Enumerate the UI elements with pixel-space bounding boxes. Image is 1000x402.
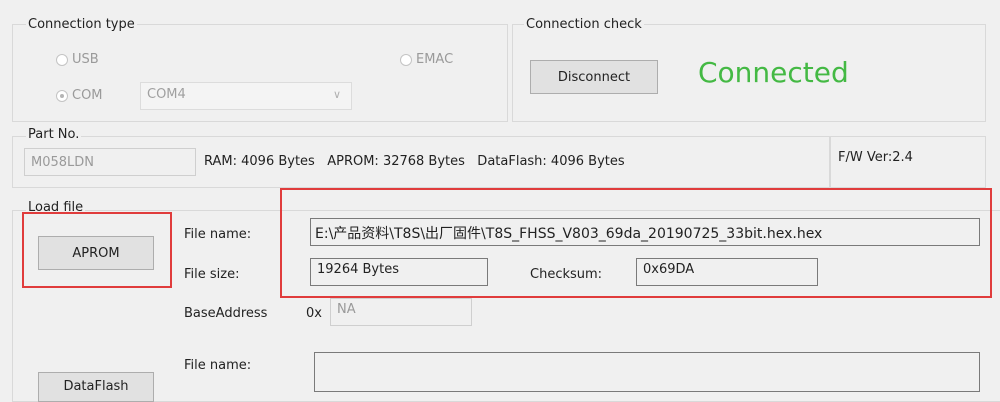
part-no-label: Part No. (26, 127, 82, 142)
memory-info: RAM: 4096 Bytes APROM: 32768 Bytes DataF… (204, 154, 625, 169)
com-radio-label: COM (72, 88, 103, 103)
file-name-label-2: File name: (184, 358, 252, 373)
file-name-field-2[interactable] (314, 352, 980, 392)
base-address-prefix: 0x (306, 306, 322, 321)
com-radio[interactable]: COM (56, 88, 103, 103)
connection-check-label: Connection check (524, 17, 644, 32)
base-address-field[interactable]: NA (330, 298, 472, 326)
radio-selected-icon (56, 89, 68, 102)
usb-radio[interactable]: USB (56, 52, 99, 67)
radio-circle-icon (400, 53, 412, 66)
com-port-select[interactable]: COM4 ∨ (140, 82, 352, 110)
chevron-down-icon: ∨ (332, 88, 341, 101)
emac-radio[interactable]: EMAC (400, 52, 453, 67)
connection-status: Connected (698, 56, 849, 89)
fw-version: F/W Ver:2.4 (838, 150, 913, 165)
disconnect-button[interactable]: Disconnect (530, 60, 658, 94)
com-port-value: COM4 (147, 87, 186, 102)
base-address-label: BaseAddress (184, 306, 268, 321)
aprom-highlight-box (22, 212, 172, 288)
file-info-highlight-box (280, 188, 992, 298)
usb-radio-label: USB (72, 52, 99, 67)
file-name-label: File name: (184, 227, 252, 242)
part-no-field: M058LDN (24, 148, 196, 176)
emac-radio-label: EMAC (416, 52, 454, 67)
file-size-label: File size: (184, 267, 240, 282)
radio-circle-icon (56, 53, 68, 66)
connection-type-label: Connection type (26, 17, 137, 32)
dataflash-button[interactable]: DataFlash (38, 372, 154, 402)
